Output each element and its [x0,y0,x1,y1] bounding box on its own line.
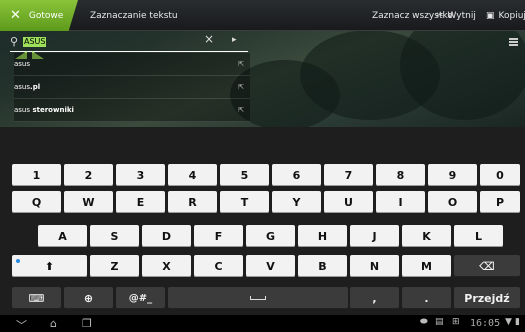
usb-icon: ⬬ [420,317,428,327]
key-r[interactable]: R [168,191,217,213]
key-w[interactable]: W [64,191,113,213]
caps-indicator [16,259,20,263]
notification-icon: ▤ [435,317,444,327]
key-k[interactable]: K [402,225,451,247]
comma-key[interactable]: , [350,287,399,309]
copy-label: Kopiuj [498,11,525,21]
cut-button[interactable]: ✂ Wytnij [436,11,476,21]
key-p[interactable]: P [480,191,520,213]
key-x[interactable]: X [142,255,191,277]
space-key[interactable] [168,287,348,309]
key-q[interactable]: Q [12,191,61,213]
key-a[interactable]: A [38,225,87,247]
key-m[interactable]: M [402,255,451,277]
key-e[interactable]: E [116,191,165,213]
key-6[interactable]: 6 [272,164,321,186]
go-arrow-icon[interactable]: ▸ [232,35,237,45]
key-y[interactable]: Y [272,191,321,213]
key-i[interactable]: I [376,191,425,213]
go-key[interactable]: Przejdź [454,287,520,309]
recent-apps-icon[interactable]: ❐ [82,317,92,330]
copy-button[interactable]: ▣ Kopiuj [486,11,525,21]
shift-arrow-icon: ⬆ [44,259,55,273]
key-0[interactable]: 0 [480,164,520,186]
key-z[interactable]: Z [90,255,139,277]
key-t[interactable]: T [220,191,269,213]
action-bar-title: Zaznaczanie tekstu [90,11,178,21]
close-icon: ✕ [10,8,21,23]
key-c[interactable]: C [194,255,243,277]
symbols-key[interactable]: @#_ [116,287,165,309]
key-s[interactable]: S [90,225,139,247]
backspace-icon: ⌫ [479,259,495,273]
key-9[interactable]: 9 [428,164,477,186]
space-bar-icon [250,296,266,300]
suggestion-item[interactable]: asus sterowniki ⇱ [14,99,250,122]
on-screen-keyboard: 1 2 3 4 5 6 7 8 9 0 Q W E R T Y U I O P … [0,127,525,315]
keyboard-icon: ⌨ [28,291,45,305]
clear-icon[interactable]: × [204,32,214,46]
key-b[interactable]: B [298,255,347,277]
insert-query-icon[interactable]: ⇱ [238,83,250,91]
overflow-menu-icon[interactable] [509,38,518,47]
copy-icon: ▣ [486,11,495,21]
key-7[interactable]: 7 [324,164,373,186]
home-icon[interactable]: ⌂ [50,317,57,330]
key-5[interactable]: 5 [220,164,269,186]
period-key[interactable]: . [402,287,451,309]
insert-query-icon[interactable]: ⇱ [238,106,250,114]
key-2[interactable]: 2 [64,164,113,186]
done-label: Gotowe [28,10,64,21]
search-icon: ⚲ [10,35,19,48]
suggestion-suffix: .pl [30,83,41,91]
search-value: ASUS [23,37,47,47]
language-key[interactable]: ⊕ [64,287,113,309]
suggestion-item[interactable]: asus.pl ⇱ [14,76,250,99]
key-8[interactable]: 8 [376,164,425,186]
key-g[interactable]: G [246,225,295,247]
globe-icon: ⊕ [83,291,94,305]
wifi-icon: ▼ [505,317,512,327]
system-bar: ﹀ ⌂ ❐ ⬬ ▤ ⊞ 16:05 ▼ ▮ [0,315,525,332]
key-j[interactable]: J [350,225,399,247]
battery-icon: ▮ [515,317,520,327]
key-l[interactable]: L [454,225,503,247]
key-h[interactable]: H [298,225,347,247]
back-icon[interactable]: ﹀ [16,317,27,332]
key-f[interactable]: F [194,225,243,247]
key-u[interactable]: U [324,191,373,213]
suggestion-list: asus ⇱ asus.pl ⇱ asus sterowniki ⇱ [14,53,250,122]
cut-label: Wytnij [447,11,476,21]
insert-query-icon[interactable]: ⇱ [238,60,250,68]
suggestion-text: asus [14,83,31,91]
key-1[interactable]: 1 [12,164,61,186]
key-n[interactable]: N [350,255,399,277]
key-o[interactable]: O [428,191,477,213]
shift-key[interactable]: ⬆ [12,255,87,277]
key-3[interactable]: 3 [116,164,165,186]
backspace-key[interactable]: ⌫ [454,255,520,277]
scissors-icon: ✂ [436,11,444,21]
status-clock: 16:05 [470,318,501,329]
keyboard-settings-key[interactable]: ⌨ [12,287,61,309]
suggestion-item[interactable]: asus ⇱ [14,53,250,76]
storage-icon: ⊞ [452,317,460,327]
key-v[interactable]: V [246,255,295,277]
suggestion-text: asus [14,106,31,114]
suggestion-text: asus [14,60,31,68]
suggestion-suffix: sterowniki [30,106,74,114]
key-d[interactable]: D [142,225,191,247]
search-underline [10,51,248,52]
action-bar: ✕ Gotowe Zaznaczanie tekstu Zaznacz wszy… [0,0,525,31]
done-button[interactable]: ✕ Gotowe [0,0,78,31]
key-4[interactable]: 4 [168,164,217,186]
